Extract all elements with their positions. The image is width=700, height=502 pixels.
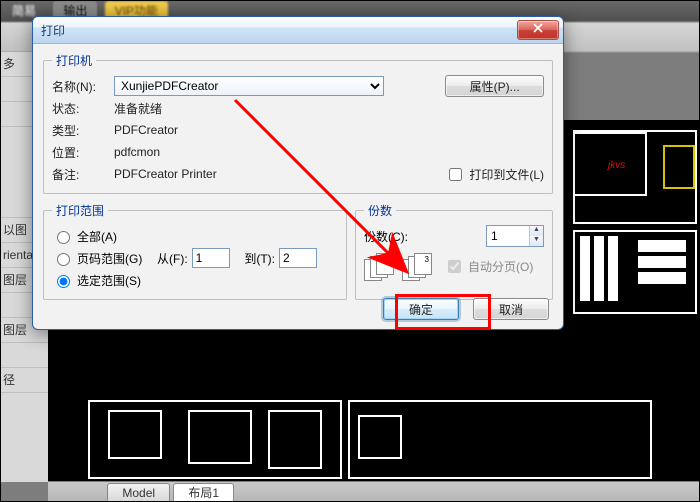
to-label: 到(T): (244, 250, 275, 267)
comment-value: PDFCreator Printer (114, 167, 439, 181)
cancel-button[interactable]: 取消 (473, 298, 549, 320)
collate-row: 自动分页(O) (444, 257, 533, 276)
radio-pages-row[interactable]: 页码范围(G) 从(F): 到(T): (52, 247, 338, 269)
spinner-arrows[interactable]: ▲▼ (529, 226, 543, 246)
collate-illustration: 123 123 (364, 253, 438, 281)
print-to-file-label: 打印到文件(L) (469, 166, 544, 183)
from-input[interactable] (192, 248, 230, 268)
copies-input[interactable] (487, 226, 529, 246)
dialog-titlebar[interactable]: 打印 (33, 17, 563, 44)
radio-pages-label: 页码范围(G) (77, 250, 142, 267)
radio-selection[interactable] (57, 275, 70, 288)
printer-select[interactable]: XunjiePDFCreator (114, 76, 384, 96)
collate-label: 自动分页(O) (468, 258, 533, 275)
range-legend: 打印范围 (52, 202, 108, 219)
ok-button[interactable]: 确定 (383, 298, 459, 320)
copies-legend: 份数 (364, 202, 396, 219)
print-to-file-checkbox[interactable] (449, 168, 462, 181)
status-label: 状态: (52, 100, 108, 117)
comment-label: 备注: (52, 166, 108, 183)
name-label: 名称(N): (52, 78, 108, 95)
print-range-group: 打印范围 全部(A) 页码范围(G) 从(F): 到(T): (43, 202, 347, 300)
print-to-file-row[interactable]: 打印到文件(L) (445, 165, 544, 184)
type-label: 类型: (52, 122, 108, 139)
radio-all-label: 全部(A) (77, 228, 117, 245)
printer-legend: 打印机 (52, 52, 96, 69)
status-value: 准备就绪 (114, 100, 439, 117)
tab-layout1[interactable]: 布局1 (173, 483, 234, 502)
radio-selection-label: 选定范围(S) (77, 272, 141, 289)
dialog-title: 打印 (41, 22, 65, 39)
radio-pages[interactable] (57, 253, 70, 266)
properties-button[interactable]: 属性(P)... (445, 75, 544, 97)
print-dialog: 打印 打印机 名称(N): XunjiePDFCreator 属性(P)... … (32, 16, 564, 330)
radio-all-row[interactable]: 全部(A) (52, 225, 338, 247)
copies-spinner[interactable]: ▲▼ (486, 225, 544, 247)
to-input[interactable] (279, 248, 317, 268)
from-label: 从(F): (157, 250, 188, 267)
copies-group: 份数 份数(C): ▲▼ 123 123 自动分页(O) (355, 202, 553, 300)
printer-group: 打印机 名称(N): XunjiePDFCreator 属性(P)... 状态:… (43, 52, 553, 194)
copies-label: 份数(C): (364, 228, 408, 245)
dialog-actions: 确定 取消 (383, 298, 549, 320)
close-icon (533, 23, 543, 33)
model-tabs: Model 布局1 (48, 481, 700, 502)
where-label: 位置: (52, 144, 108, 161)
close-button[interactable] (517, 20, 559, 40)
where-value: pdfcmon (114, 145, 439, 159)
panel-row: 径 (0, 368, 48, 393)
radio-selection-row[interactable]: 选定范围(S) (52, 269, 338, 291)
radio-all[interactable] (57, 231, 70, 244)
collate-checkbox (448, 260, 461, 273)
tab-model[interactable]: Model (107, 483, 170, 502)
panel-row (0, 343, 48, 368)
type-value: PDFCreator (114, 123, 439, 137)
